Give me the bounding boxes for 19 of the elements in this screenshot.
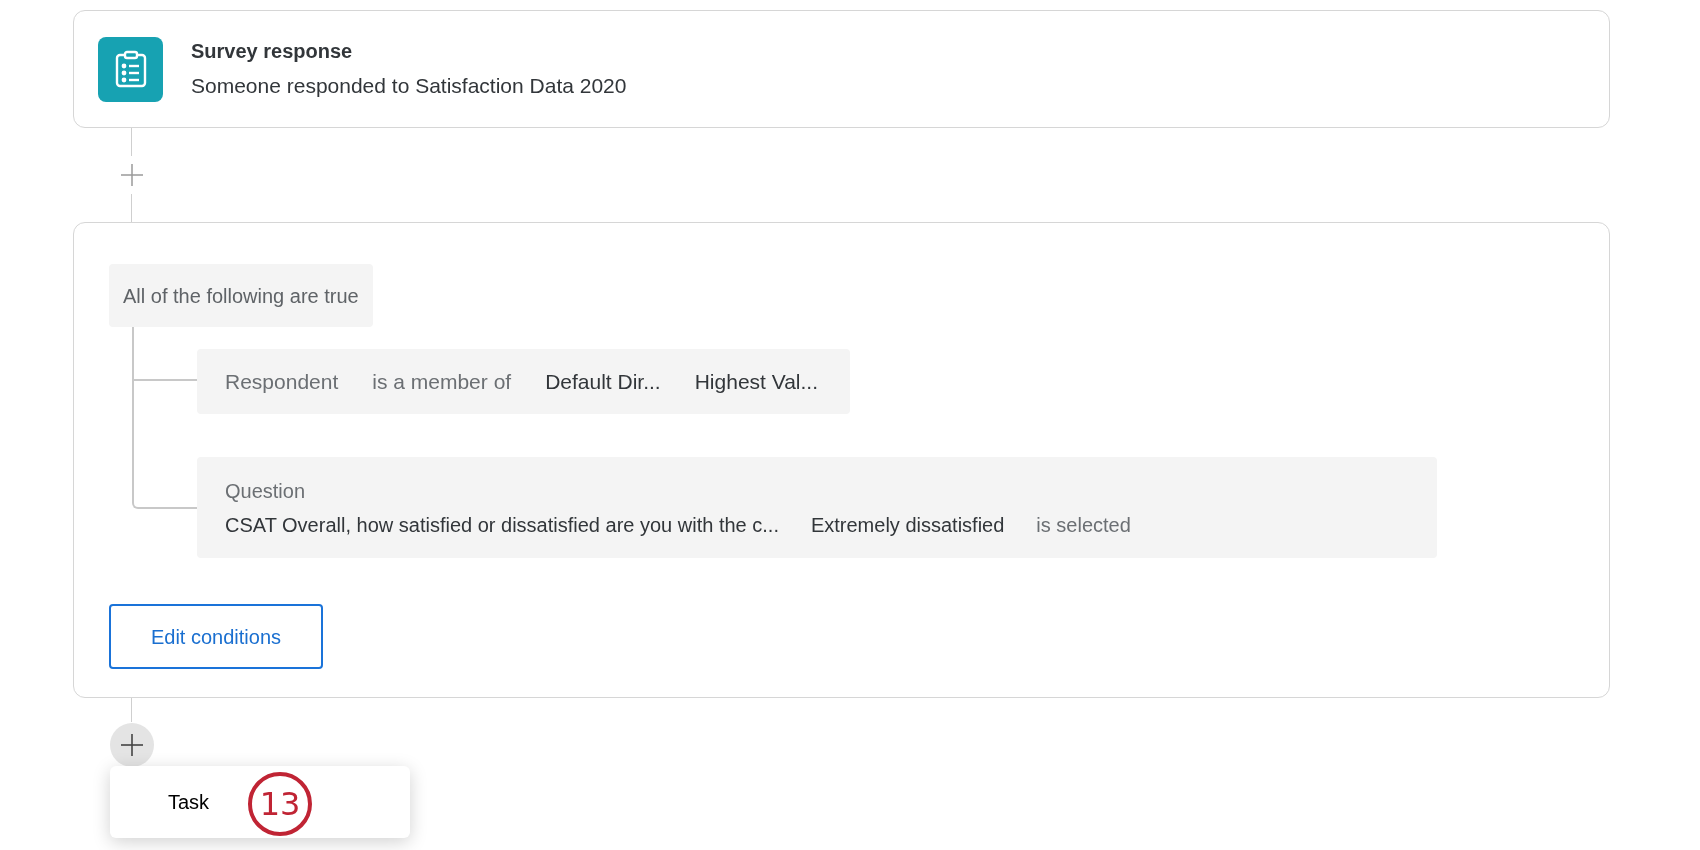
condition-text: Respondent (225, 368, 339, 395)
condition-text: CSAT Overall, how satisfied or dissatisfied are you with the c... (225, 512, 779, 538)
condition-text: Extremely dissatisfied (810, 512, 1005, 538)
condition-text: is selected (1036, 512, 1131, 538)
trigger-title: Survey response (191, 39, 354, 65)
menu-item[interactable]: Task (168, 787, 210, 817)
condition-text: Default Dir... (545, 368, 661, 395)
condition-group-label[interactable]: All of the following are true (109, 264, 373, 327)
condition-text: Question (225, 478, 306, 504)
add-button[interactable] (110, 723, 154, 767)
edit-conditions-button[interactable]: Edit conditions (109, 604, 323, 669)
clipboard-icon (98, 36, 163, 102)
trigger-card[interactable]: Survey response Someone responded to Satisfaction Data 2020 (73, 10, 1610, 128)
condition-text: is a member of (372, 368, 512, 395)
condition-text: Highest Val... (694, 368, 819, 395)
condition-row[interactable]: Question CSAT Overall, how satisfied or dissatisfied are you with the c... Extremely dissatisfied is selected (197, 457, 1437, 558)
condition-row[interactable]: Respondent is a member of Default Dir... Highest Val... (197, 349, 851, 414)
add-icon (121, 734, 143, 756)
trigger-description: Someone responded to Satisfaction Data 2020 (191, 73, 627, 100)
